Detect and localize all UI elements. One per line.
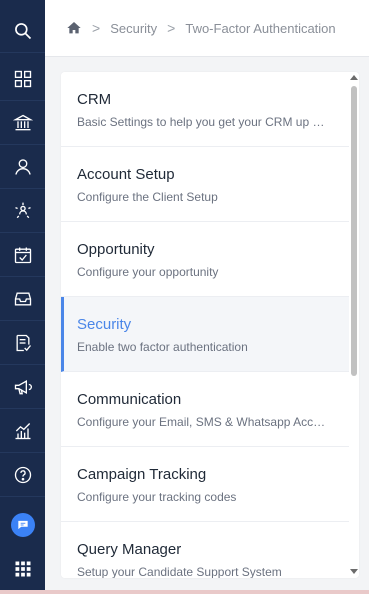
settings-item-title: Query Manager (77, 541, 182, 558)
settings-item-query-manager[interactable]: Query Manager Setup your Candidate Suppo… (61, 522, 349, 578)
settings-item-account-setup[interactable]: Account Setup Configure the Client Setup (61, 147, 349, 222)
settings-item-title: Security (77, 316, 132, 333)
sidebar-marketing[interactable] (0, 366, 45, 409)
sidebar-calendar[interactable] (0, 234, 45, 277)
sidebar-bank[interactable] (0, 102, 45, 145)
settings-list: CRM Basic Settings to help you get your … (61, 72, 349, 578)
settings-item-security[interactable]: Security Enable two factor authenticatio… (61, 297, 349, 372)
scrollbar-thumb[interactable] (351, 86, 357, 376)
settings-item-title: Account Setup (77, 166, 175, 183)
settings-item-title: CRM (77, 91, 112, 108)
scrollbar[interactable] (349, 72, 359, 578)
sidebar-chat[interactable] (0, 503, 45, 546)
sidebar-user[interactable] (0, 146, 45, 189)
sidebar-inbox[interactable] (0, 278, 45, 321)
chat-icon (17, 520, 28, 529)
settings-item-campaign-tracking[interactable]: Campaign Tracking Configure your trackin… (61, 447, 349, 522)
settings-item-title: Communication (77, 391, 182, 408)
inbox-icon (14, 292, 31, 306)
sidebar-analytics[interactable] (0, 410, 45, 453)
sidebar-search[interactable] (0, 10, 45, 53)
sidebar (0, 0, 45, 590)
calendar-check-icon (14, 247, 31, 264)
analytics-chart-icon (15, 423, 30, 440)
help-icon (14, 466, 31, 484)
network-user-icon (14, 202, 31, 219)
settings-item-description: Configure your tracking codes (77, 490, 237, 504)
settings-item-description: Enable two factor authentication (77, 340, 248, 354)
settings-panel: CRM Basic Settings to help you get your … (61, 72, 359, 578)
dashboard-icon (14, 70, 31, 88)
settings-item-description: Setup your Candidate Support System (77, 565, 282, 578)
home-link[interactable] (66, 20, 82, 36)
scroll-down-arrow-icon[interactable] (350, 569, 358, 574)
search-icon (14, 23, 31, 40)
sidebar-help[interactable] (0, 454, 45, 497)
settings-item-communication[interactable]: Communication Configure your Email, SMS … (61, 372, 349, 447)
settings-item-title: Campaign Tracking (77, 466, 207, 483)
settings-item-description: Basic Settings to help you get your CRM … (77, 115, 329, 129)
bottom-divider (0, 590, 369, 594)
sidebar-tasks[interactable] (0, 322, 45, 365)
settings-item-description: Configure your opportunity (77, 265, 219, 279)
settings-item-crm[interactable]: CRM Basic Settings to help you get your … (61, 72, 349, 147)
bank-icon (12, 114, 33, 131)
sidebar-dashboard[interactable] (0, 58, 45, 101)
sidebar-network[interactable] (0, 190, 45, 233)
breadcrumb-current: Two-Factor Authentication (185, 20, 336, 36)
scroll-up-arrow-icon[interactable] (350, 75, 358, 80)
user-icon (14, 159, 31, 175)
settings-item-title: Opportunity (77, 241, 155, 258)
megaphone-icon (14, 380, 32, 395)
chat-badge (10, 512, 35, 537)
settings-item-description: Configure the Client Setup (77, 190, 218, 204)
apps-grid-icon (15, 561, 30, 576)
home-icon (67, 22, 81, 34)
breadcrumb-separator: > (92, 20, 101, 36)
settings-item-opportunity[interactable]: Opportunity Configure your opportunity (61, 222, 349, 297)
breadcrumb: > Security > Two-Factor Authentication (45, 0, 369, 57)
task-list-icon (16, 334, 31, 352)
breadcrumb-security[interactable]: Security (110, 21, 157, 36)
settings-item-description: Configure your Email, SMS & Whatsapp Acc… (77, 415, 329, 429)
sidebar-apps[interactable] (0, 547, 45, 590)
breadcrumb-separator: > (167, 20, 176, 36)
